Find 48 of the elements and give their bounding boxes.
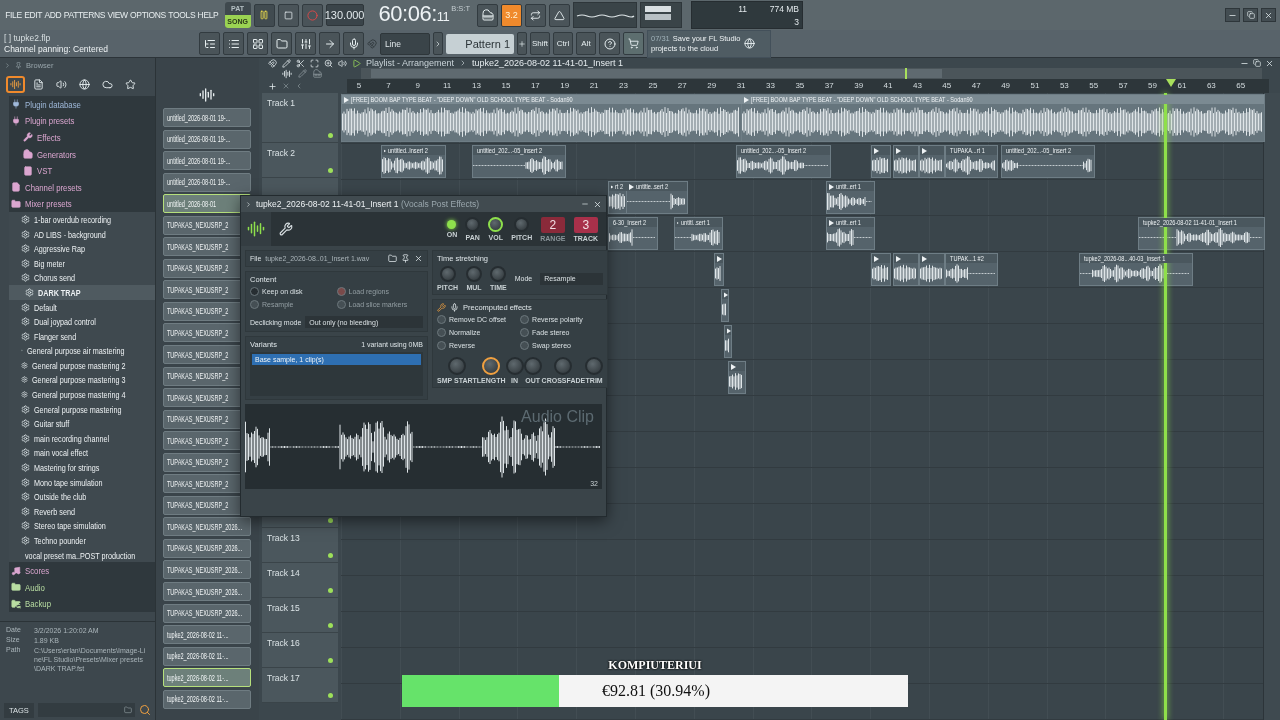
bar-number: 59 (1148, 80, 1157, 92)
bar-number: 31 (736, 80, 746, 92)
track-name: Track 16 (267, 638, 300, 648)
bar-number: 13 (472, 80, 481, 92)
project-file-name: [ ] tupke2.flp (4, 32, 52, 44)
bar-number: 57 (1118, 80, 1128, 92)
bar-number: 35 (795, 80, 805, 92)
bar-number: 23 (619, 80, 628, 92)
bar-number: 25 (648, 80, 658, 92)
bar-number: 43 (912, 80, 922, 92)
track-name: Track 13 (267, 533, 300, 543)
song-position: 60:06:11 (378, 0, 450, 28)
hint-message: Channel panning: Centered (4, 43, 109, 55)
bar-number: 15 (501, 80, 511, 92)
goal-amount: €92.81 (30.94%) (602, 682, 710, 700)
bar-number: 65 (1236, 80, 1246, 92)
bar-number: 17 (530, 80, 540, 92)
bar-number: 45 (942, 80, 952, 92)
bar-number: 33 (766, 80, 775, 92)
bar-number: 49 (1001, 80, 1011, 92)
track-name: Track 2 (267, 148, 296, 158)
playlist-title: Playlist - Arrangement (366, 58, 455, 68)
bar-number: 55 (1089, 80, 1099, 92)
memory-reading: 774 MB (769, 3, 800, 14)
bar-number: 27 (677, 80, 687, 92)
track-name: Track 17 (267, 673, 300, 683)
audio-clip-watermark: Audio Clip (521, 408, 594, 426)
bar-number: 7 (386, 80, 391, 92)
bar-number: 19 (560, 80, 570, 92)
bar-number: 11 (443, 80, 452, 92)
bar-number: 9 (415, 80, 420, 92)
bar-number: 39 (854, 80, 864, 92)
cpu-reading: 11 (738, 3, 748, 14)
bar-number: 61 (1177, 80, 1187, 92)
bar-number: 63 (1206, 80, 1216, 92)
goal-title: KOMPIUTERIUI (608, 658, 702, 673)
bar-number: 5 (356, 80, 362, 92)
track-name: Track 1 (267, 98, 296, 108)
bar-number: 47 (971, 80, 981, 92)
bar-number: 29 (707, 80, 717, 92)
track-name: Track 14 (267, 568, 300, 578)
track-name: Track 15 (267, 603, 300, 613)
polyphony-reading: 3 (794, 16, 800, 27)
bar-number: 21 (589, 80, 599, 92)
bar-number: 41 (883, 80, 893, 92)
bar-number: 37 (824, 80, 834, 92)
bar-number: 51 (1030, 80, 1040, 92)
bar-number: 53 (1059, 80, 1069, 92)
